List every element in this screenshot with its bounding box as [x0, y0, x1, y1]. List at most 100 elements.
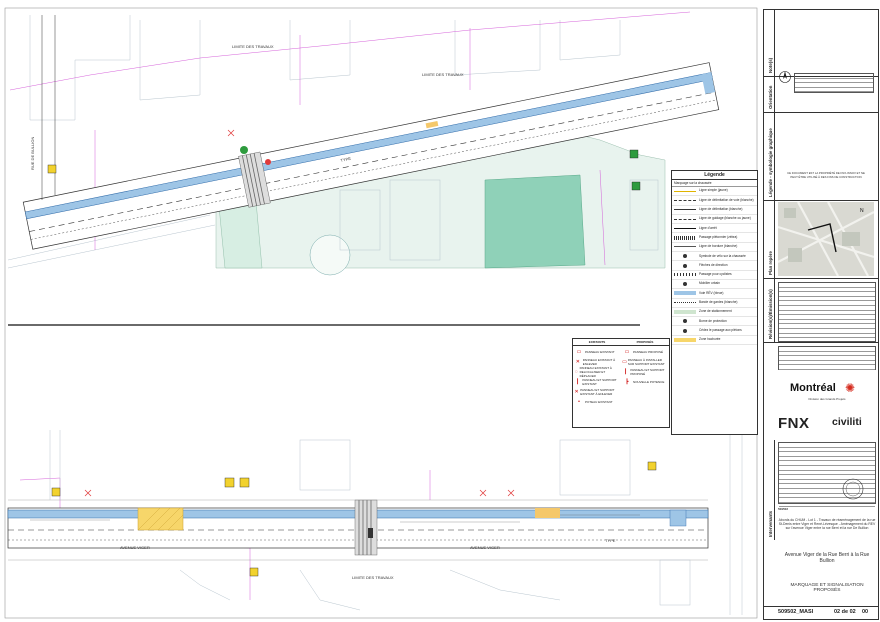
legend-symbol — [672, 244, 698, 250]
sign-symbol-icon: ┃ — [576, 379, 580, 385]
roundabout-feature — [309, 234, 351, 276]
issue-table — [778, 346, 876, 370]
sign-legend-item: ✕ PANNEAU ET SUPPORT EXISTANT À ENLEVER — [573, 387, 621, 397]
legend-item-label: Borne de protection — [699, 318, 727, 323]
legend-item-label: Voie RÉV (bleue) — [699, 290, 724, 295]
revisions-table — [778, 282, 876, 342]
street-label-viger-2: AVENUE VIGER — [470, 545, 500, 550]
legend-item: Symbole de vélo sur la chaussée — [672, 252, 757, 262]
sign-legend-label: PANNEAU À INSTALLER SUR SUPPORT EXISTANT — [627, 358, 665, 366]
sign-symbol-icon: ▭ — [576, 349, 582, 355]
legend-item-label: Ligne simple (jaune) — [699, 188, 728, 193]
notes-tab: Note(s) — [764, 10, 775, 76]
revision-mini-table — [794, 73, 874, 93]
legend-item-label: Passage pour cyclistes — [699, 272, 732, 277]
revisions-tab: Révision(s)/Émission(s) — [764, 278, 775, 342]
drawing-sheet: RUE DE BULLION LIMITE DES TRAVAUX LIMITE… — [0, 0, 880, 622]
legend-item-label: Passage piétonnier (zébra) — [699, 234, 738, 239]
plaza-area — [484, 174, 586, 269]
existing-signs-column: ▭ PANNEAU EXISTANT ✕ PANNEAU EXISTANT À ENL… — [573, 347, 621, 427]
plan-svg — [4, 7, 758, 619]
montreal-division: Division des Grands Projets — [808, 397, 846, 401]
title-block: Note(s) Orientation Légende - symbologie… — [763, 9, 879, 620]
orientation-tab: Orientation — [764, 76, 775, 112]
street-label-viger-1: AVENUE VIGER — [120, 545, 150, 550]
legend-panel: Légende Marquage sur la chaussée Ligne s… — [671, 170, 758, 435]
intervenants-label: Intervenants — [768, 510, 773, 537]
sign-legend-label: PANNEAU PROPOSÉ — [633, 350, 663, 354]
legend-item-label: Ligne d'arrêt — [699, 225, 717, 230]
signs-table: EXISTANTS PROPOSÉS ▭ PANNEAU EXISTANT ✕ PAN… — [572, 338, 670, 428]
legend-symbol — [672, 188, 698, 194]
sign-symbol-icon: ✕ — [575, 359, 580, 365]
bottom-street — [7, 499, 709, 561]
legend-item-label: Flèches de direction — [699, 262, 728, 267]
proposed-header: PROPOSÉS — [636, 340, 654, 344]
sign-legend-label: POTEAU EXISTANT — [585, 400, 613, 404]
legend-symbol — [672, 253, 698, 259]
legend-symbol — [672, 309, 698, 315]
limit-label-2: LIMITE DES TRAVAUX — [422, 72, 464, 77]
legend-symbol — [672, 235, 698, 241]
fnx-text: FNX — [778, 415, 810, 432]
intervenants-tab: Intervenants — [764, 440, 775, 540]
notes-label: Note(s) — [768, 57, 773, 73]
legend-item: Ligne de bordure (blanche) — [672, 243, 757, 253]
legend-symbol — [672, 281, 698, 287]
legend-symbol — [672, 318, 698, 324]
drawing-number: 509502_MASI — [778, 609, 814, 615]
legend-symbol — [672, 263, 698, 269]
existing-header: EXISTANTS — [588, 340, 606, 344]
type-label-2: TYPE — [605, 538, 616, 543]
street-label-bullion: RUE DE BULLION — [30, 136, 35, 170]
proposed-signs-column: ▭ PANNEAU PROPOSÉ ▭ PANNEAU À INSTALLER SUR… — [621, 347, 669, 427]
sign-legend-item: ▭ PANNEAU EXISTANT — [573, 347, 621, 357]
sign-legend-label: PANNEAU ET SUPPORT PROPOSÉ — [630, 368, 665, 376]
legend-symbol — [672, 207, 698, 213]
sign-legend-label: PANNEAU EXISTANT À ENLEVER — [582, 358, 616, 366]
discipline-title: MARQUAGE ET SIGNALISATION PROPOSÉS — [790, 583, 864, 594]
plan-drawing: RUE DE BULLION LIMITE DES TRAVAUX LIMITE… — [0, 0, 760, 622]
sign-symbol-icon: ┣ — [625, 379, 629, 385]
sign-legend-item: ┣ NOUVELLE POTENCE — [621, 377, 669, 387]
legend-symbol — [672, 337, 698, 343]
legend-item-label: Ligne de guidage (blanche ou jaune) — [699, 216, 751, 221]
key-plan-map: N — [778, 202, 874, 276]
legend-symbol — [672, 197, 698, 203]
engineer-seal-icon — [842, 478, 864, 500]
legende-label: Légende - symbologie graphique — [768, 128, 773, 197]
legend-item-label: Ligne de bordure (blanche) — [699, 244, 738, 249]
sign-legend-label: PANNEAU EXISTANT — [585, 350, 615, 354]
sign-legend-item: ▭ PANNEAU À INSTALLER SUR SUPPORT EXISTAN… — [621, 357, 669, 367]
svg-text:N: N — [860, 208, 864, 214]
plan-repere-label: Plan repère — [768, 251, 773, 275]
sign-symbol-icon: ✕ — [574, 389, 579, 395]
sign-symbol-icon: ┃ — [624, 369, 628, 375]
legend-item-label: Ligne de délimitation de voie (blanche) — [699, 197, 754, 202]
legend-item: Flèches de direction — [672, 261, 757, 271]
legend-item-label: Mobilier urbain — [699, 281, 720, 286]
sign-legend-item: ◌ PANNEAU EXISTANT À RELOCALISER ET DÉPLA… — [573, 366, 621, 378]
legend-item: Zone de stationnement — [672, 308, 757, 318]
legend-tab: Légende - symbologie graphique — [764, 112, 775, 200]
legend-item-label: Bande de gardes (blanche) — [699, 300, 738, 304]
document-notice: CE DOCUMENT EST LA PROPRIÉTÉ DE FNX-INNO… — [787, 171, 865, 179]
montreal-rosette-icon: ✺ — [845, 381, 856, 395]
legend-item: Mobilier urbain — [672, 280, 757, 290]
limit-label-3: LIMITE DES TRAVAUX — [352, 575, 394, 580]
fnx-logo: FNX — [778, 415, 810, 432]
legend-item: Zone hachurée — [672, 336, 757, 346]
revision-number: 00 — [862, 609, 869, 615]
legend-item: Passage pour cyclistes — [672, 271, 757, 280]
legend-item: Borne de protection — [672, 317, 757, 327]
legend-symbol — [672, 272, 698, 278]
sign-legend-item: ▭ PANNEAU PROPOSÉ — [621, 347, 669, 357]
north-arrow-icon — [779, 71, 791, 83]
legend-item: Cédez le passage aux piétons — [672, 326, 757, 336]
civiliti-logo: civiliti — [832, 416, 862, 428]
sign-symbol-icon: ▭ — [624, 349, 630, 355]
legend-item-label: Cédez le passage aux piétons — [699, 327, 742, 332]
legend-item-label: Ligne de délimitation (blanche) — [699, 207, 743, 212]
hatched-zone — [137, 507, 184, 531]
legend-item-label: Zone hachurée — [699, 337, 721, 342]
